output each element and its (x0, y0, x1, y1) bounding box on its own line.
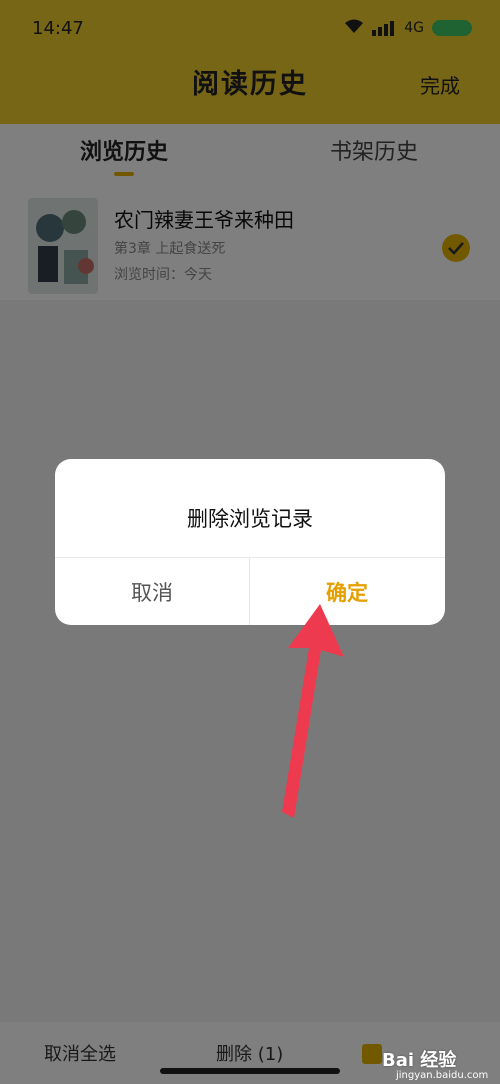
dialog-title: 删除浏览记录 (187, 507, 313, 531)
dialog-cancel-button[interactable]: 取消 (55, 558, 249, 625)
app-screen: 14:47 4G 阅读历史 完成 浏览历史 书架历史 (0, 0, 500, 1084)
dialog-confirm-button[interactable]: 确定 (250, 558, 444, 625)
watermark-domain: jingyan.baidu.com (396, 1070, 489, 1081)
delete-confirm-dialog: 删除浏览记录 取消 确定 (55, 459, 445, 625)
watermark-logo: Bai 经验 (382, 1050, 457, 1071)
